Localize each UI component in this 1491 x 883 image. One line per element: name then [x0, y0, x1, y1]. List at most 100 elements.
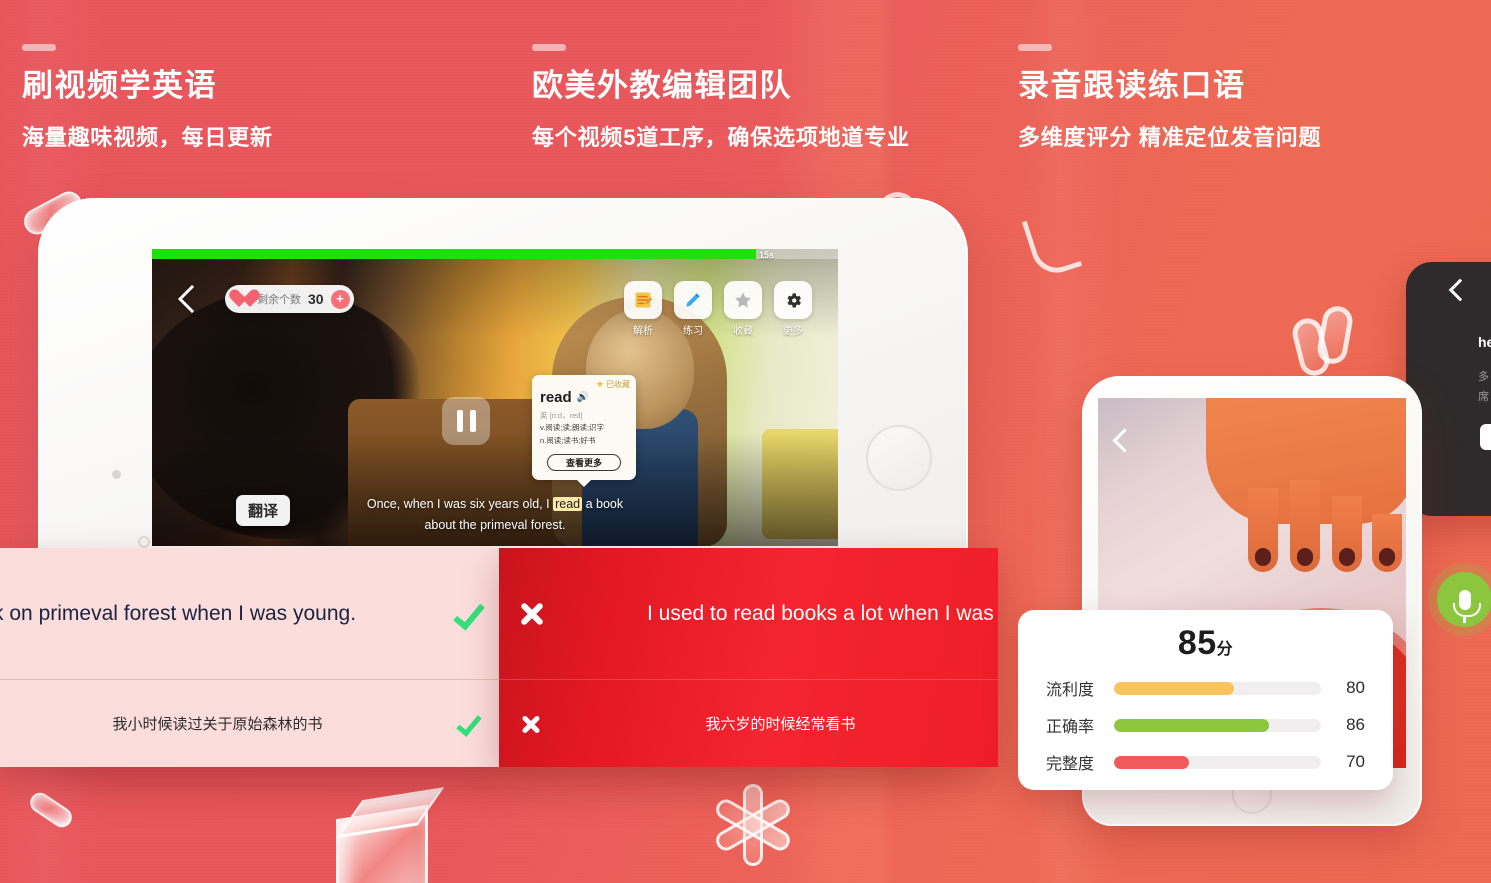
answer-english-row: I used to read books a lot when I was si… — [499, 548, 998, 679]
answer-chinese-row: 我六岁的时候经常看书 — [499, 679, 998, 767]
feature-header-1: 刷视频学英语 海量趣味视频，每日更新 — [22, 44, 273, 152]
metric-value: 80 — [1346, 678, 1365, 697]
answer-english-text: I used to read books a lot when I was si… — [647, 601, 998, 625]
metric-bar-track — [1114, 755, 1321, 769]
feature-title: 刷视频学英语 — [22, 68, 217, 103]
remaining-count-pill[interactable]: 剩余个数 30 + — [225, 285, 354, 313]
record-microphone-button[interactable] — [1437, 572, 1491, 627]
panel-chinese: 多 席 — [1478, 368, 1489, 408]
header-rule — [532, 44, 566, 51]
metric-label: 流利度 — [1046, 682, 1095, 699]
header-rule — [22, 44, 56, 51]
dictionary-word-row: read 🔊 — [540, 389, 628, 406]
video-progress-bar[interactable]: 15s — [152, 249, 838, 260]
promo-banner: 刷视频学英语 海量趣味视频，每日更新 欧美外教编辑团队 每个视频5道工序，确保选… — [0, 0, 1491, 883]
pause-icon-bar-left — [456, 410, 463, 432]
favorited-badge[interactable]: ★ 已收藏 — [596, 379, 630, 390]
remaining-count-value: 30 — [308, 291, 324, 307]
word-dictionary-popup: ★ 已收藏 read 🔊 英 [ri:d，red] v.阅读;读;朗读;识字 n… — [532, 375, 636, 487]
metric-label: 正确率 — [1046, 719, 1095, 736]
score-metric-fluency: 流利度 80 — [1046, 676, 1365, 700]
pause-button[interactable] — [442, 397, 490, 445]
total-score: 85分 — [1046, 624, 1365, 663]
feature-subtitle: 海量趣味视频，每日更新 — [22, 125, 273, 151]
dictionary-word: read — [540, 389, 572, 406]
tablet-sensor — [138, 536, 150, 548]
wrong-answer-card[interactable]: I used to read books a lot when I was si… — [499, 548, 998, 767]
check-icon — [437, 596, 501, 631]
feature-subtitle: 多维度评分 精准定位发音问题 — [1018, 125, 1322, 151]
video-progress-fill — [152, 249, 756, 259]
video-subtitle: Once, when I was six years old, I read a… — [152, 494, 838, 537]
panel-chinese-line2: 席 — [1478, 390, 1489, 403]
pronunciation-score-panel: 85分 流利度 80 正确率 86 完整度 70 — [1018, 610, 1393, 790]
back-chevron-icon[interactable] — [1448, 278, 1472, 302]
metric-bar-fill — [1114, 681, 1235, 695]
heart-icon — [229, 290, 250, 309]
answer-chinese-text: 我六岁的时候经常看书 — [705, 716, 856, 733]
answer-chinese-text: 我小时候读过关于原始森林的书 — [112, 716, 323, 733]
metric-bar-track — [1114, 681, 1321, 695]
add-count-button[interactable]: + — [330, 289, 350, 309]
panel-chinese-line1: 多 — [1478, 371, 1489, 383]
tool-label: 解析 — [633, 326, 653, 337]
metric-value: 86 — [1346, 715, 1365, 734]
subtitle-line-1: Once, when I was six years old, I read a… — [152, 494, 838, 515]
notebook-icon[interactable] — [624, 281, 662, 319]
check-icon — [437, 710, 501, 737]
star-icon[interactable] — [724, 281, 762, 319]
view-more-button[interactable]: 查看更多 — [547, 453, 621, 471]
tool-favorite[interactable]: 收藏 — [724, 281, 762, 337]
video-time-label: 15s — [758, 250, 774, 260]
star-icon: ★ — [595, 379, 604, 389]
score-metric-accuracy: 正确率 86 — [1046, 713, 1365, 737]
metric-value: 70 — [1346, 752, 1365, 771]
subtitle-text-pre: Once, when I was six years old, I — [366, 496, 554, 511]
answer-english-row: book on primeval forest when I was young… — [0, 548, 501, 679]
panel-action-button[interactable]: v — [1480, 424, 1491, 450]
tool-label: 练习 — [683, 326, 703, 337]
header-rule — [1018, 44, 1052, 51]
panel-word: he — [1478, 334, 1491, 350]
feature-title: 录音跟读练口语 — [1018, 68, 1246, 103]
dictionary-definition-noun: n.阅读;读书;好书 — [540, 435, 596, 445]
feature-header-3: 录音跟读练口语 多维度评分 精准定位发音问题 — [1018, 44, 1321, 152]
gear-icon[interactable] — [774, 281, 812, 319]
subtitle-text-post: a book — [582, 496, 624, 511]
metric-bar-track — [1114, 718, 1321, 732]
remaining-count-label: 剩余个数 — [257, 294, 301, 306]
video-player-screen: 15s 剩余个数 30 + 解析 练习 收藏 更多 ★ 已收藏 read 🔊 英… — [152, 249, 838, 546]
tool-analysis[interactable]: 解析 — [624, 281, 662, 337]
tablet-home-button[interactable] — [866, 425, 932, 491]
subtitle-highlighted-word[interactable]: read — [553, 496, 583, 511]
score-metric-completeness: 完整度 70 — [1046, 750, 1365, 774]
metric-label: 完整度 — [1046, 756, 1095, 773]
metric-bar-fill — [1114, 718, 1270, 732]
answer-english-text: book on primeval forest when I was young… — [0, 601, 357, 625]
feature-subtitle: 每个视频5道工序，确保选项地道专业 — [532, 125, 910, 151]
cross-icon — [499, 599, 563, 629]
answer-chinese-row: 我小时候读过关于原始森林的书 — [0, 679, 501, 767]
speaker-icon[interactable]: 🔊 — [577, 392, 589, 403]
correct-answer-card[interactable]: book on primeval forest when I was young… — [0, 548, 501, 767]
favorited-label: 已收藏 — [606, 380, 630, 389]
cross-icon — [499, 712, 563, 736]
pause-icon-bar-right — [469, 410, 476, 432]
dictionary-definition-verb: v.阅读;读;朗读;识字 — [540, 423, 605, 432]
metric-bar-fill — [1114, 755, 1189, 769]
tablet-camera — [112, 470, 121, 479]
subtitle-line-2: about the primeval forest. — [424, 517, 566, 532]
tool-label: 更多 — [783, 326, 803, 337]
pencil-icon[interactable] — [674, 281, 712, 319]
microphone-icon — [1452, 589, 1481, 623]
dictionary-phonetic: 英 [ri:d，red] — [540, 411, 583, 420]
tool-practice[interactable]: 练习 — [674, 281, 712, 337]
total-score-unit: 分 — [1216, 641, 1234, 658]
tool-more[interactable]: 更多 — [774, 281, 812, 337]
feature-title: 欧美外教编辑团队 — [532, 68, 792, 103]
total-score-value: 85 — [1177, 624, 1217, 662]
video-hand-graphic — [1206, 398, 1406, 572]
feature-header-2: 欧美外教编辑团队 每个视频5道工序，确保选项地道专业 — [532, 44, 910, 152]
player-tool-row: 解析 练习 收藏 更多 — [624, 281, 812, 337]
tool-label: 收藏 — [733, 326, 753, 337]
